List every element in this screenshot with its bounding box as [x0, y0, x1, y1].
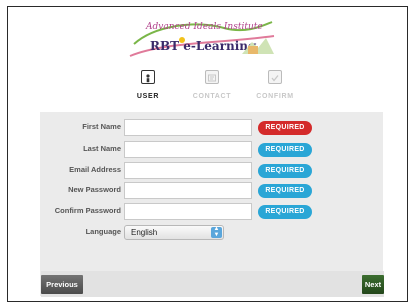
last-name-row: Last Name REQUIRED: [40, 141, 383, 160]
checkmark-icon: [268, 70, 282, 84]
step-label: CONFIRM: [256, 93, 294, 100]
last-name-label: Last Name: [83, 144, 121, 153]
first-name-row: First Name REQUIRED: [40, 119, 383, 138]
confirm-password-label: Confirm Password: [54, 206, 121, 215]
confirm-password-required-badge: REQUIRED: [258, 205, 312, 219]
language-row: Language English ▲ ▼: [40, 224, 383, 243]
new-password-label: New Password: [68, 185, 121, 194]
step-confirm[interactable]: CONFIRM: [251, 70, 299, 100]
logo-line1: Advanced Ideals Institute: [145, 22, 263, 32]
new-password-input[interactable]: [124, 182, 252, 199]
confirm-password-input[interactable]: [124, 203, 252, 220]
email-row: Email Address REQUIRED: [40, 162, 383, 181]
registration-form: First Name REQUIRED Last Name REQUIRED E…: [40, 112, 383, 296]
next-button[interactable]: Next: [362, 275, 384, 294]
step-label: CONTACT: [192, 93, 232, 100]
logo: Advanced Ideals Institute RBT e-Learning: [129, 21, 275, 57]
confirm-password-row: Confirm Password REQUIRED: [40, 203, 383, 222]
wizard-footer: [41, 271, 384, 297]
language-select[interactable]: English ▲ ▼: [124, 225, 224, 240]
step-contact[interactable]: CONTACT: [188, 70, 236, 100]
language-value: English: [131, 228, 158, 237]
step-label: USER: [136, 93, 160, 100]
select-arrows-icon: ▲ ▼: [211, 226, 222, 238]
user-icon: [141, 70, 155, 84]
email-required-badge: REQUIRED: [258, 164, 312, 178]
last-name-required-badge: REQUIRED: [258, 143, 312, 157]
first-name-label: First Name: [82, 122, 121, 131]
email-label: Email Address: [69, 165, 121, 174]
wizard-steps: USER CONTACT CONFIRM: [127, 70, 297, 104]
logo-line2: RBT e-Learning: [150, 39, 257, 53]
first-name-input[interactable]: [124, 119, 252, 136]
last-name-input[interactable]: [124, 141, 252, 158]
previous-button[interactable]: Previous: [41, 275, 83, 294]
first-name-required-badge: REQUIRED: [258, 121, 312, 135]
new-password-row: New Password REQUIRED: [40, 182, 383, 201]
new-password-required-badge: REQUIRED: [258, 184, 312, 198]
email-input[interactable]: [124, 162, 252, 179]
contact-card-icon: [205, 70, 219, 84]
step-user[interactable]: USER: [124, 70, 172, 100]
language-label: Language: [85, 227, 121, 236]
